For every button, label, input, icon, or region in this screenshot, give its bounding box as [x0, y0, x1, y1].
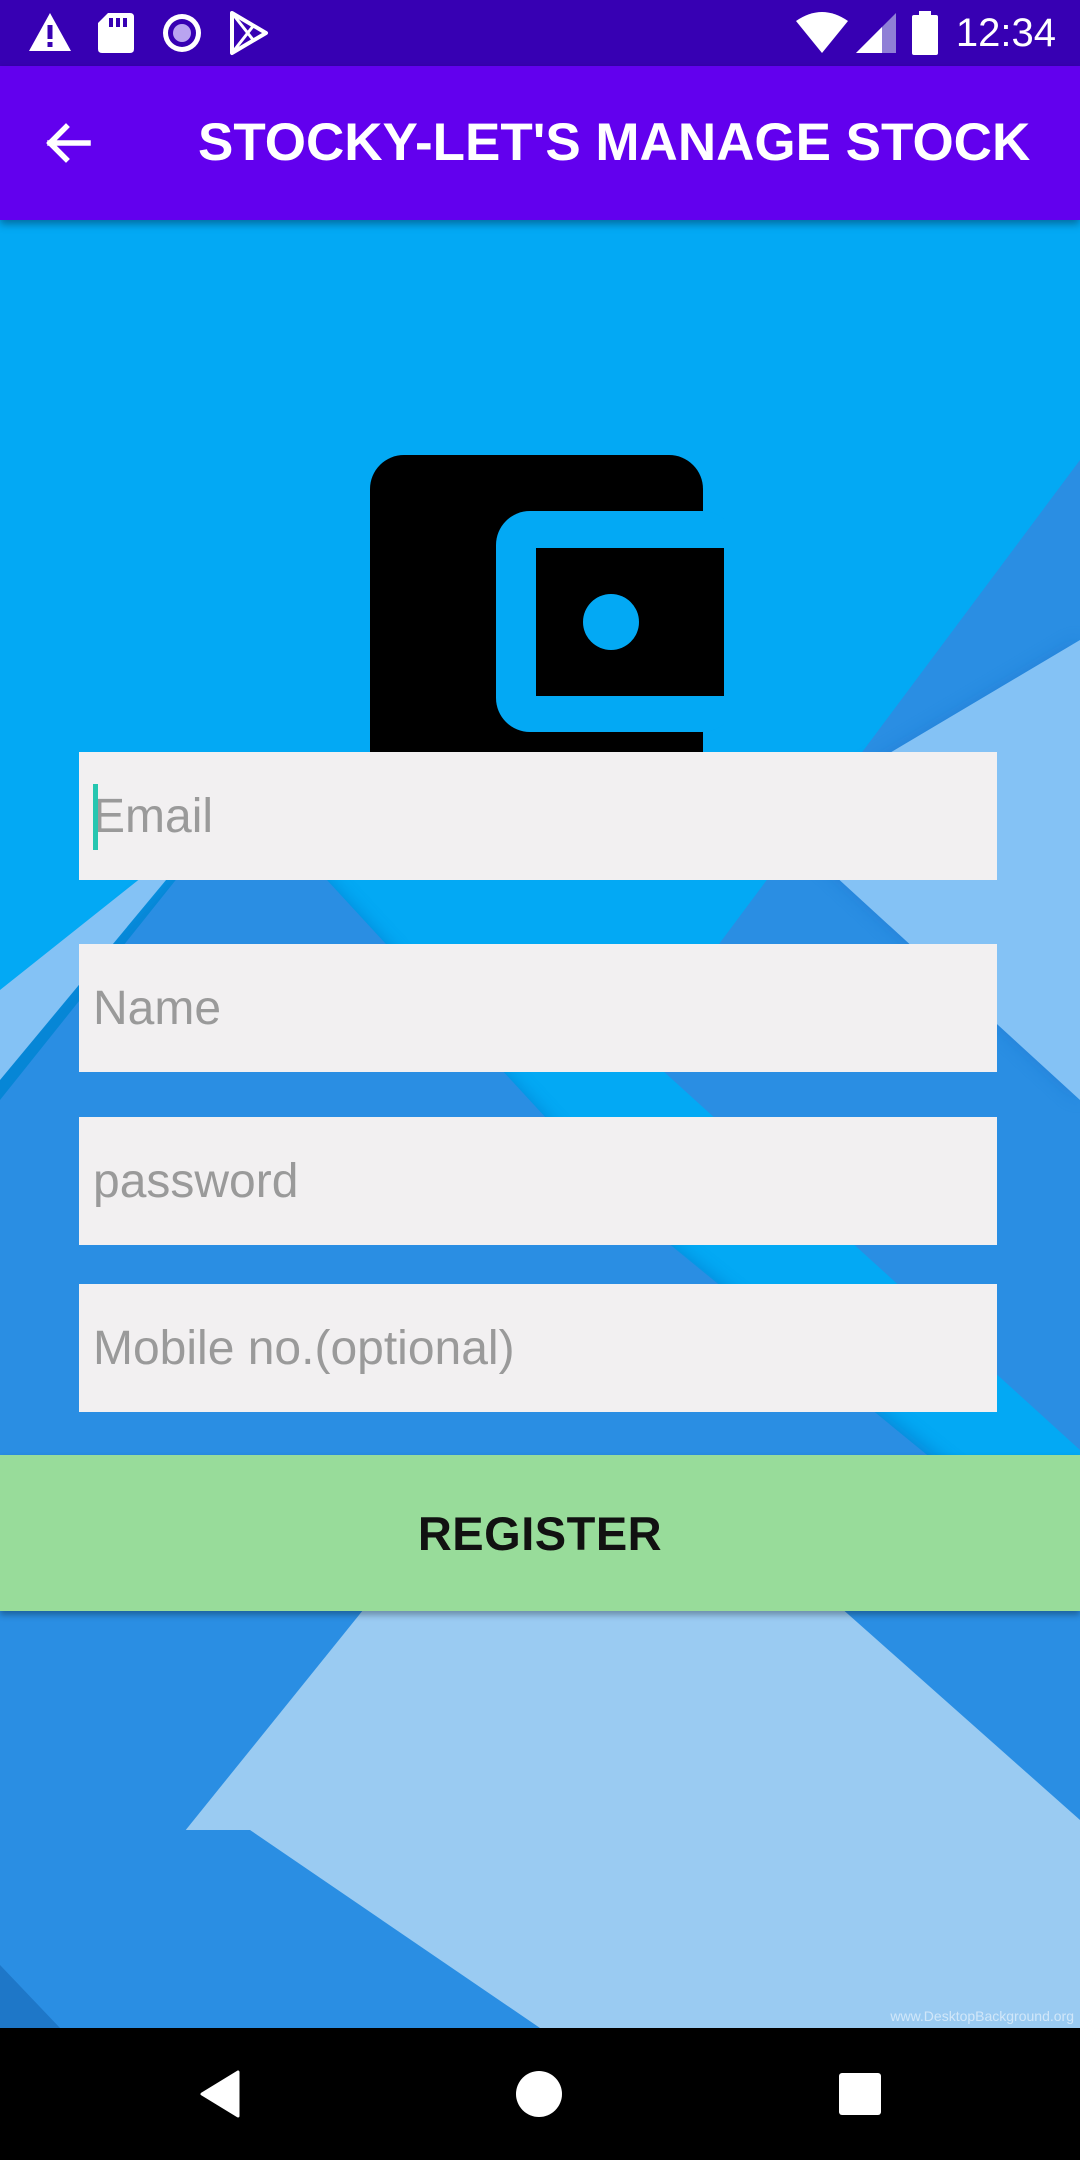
- watermark: www.DesktopBackground.org: [890, 2008, 1074, 2024]
- nav-recents-icon: [839, 2073, 881, 2115]
- cell-signal-icon: [852, 9, 900, 57]
- app-title: STOCKY-LET'S MANAGE STOCK: [198, 113, 1031, 172]
- wifi-icon: [794, 9, 850, 57]
- password-field[interactable]: [79, 1117, 997, 1245]
- nav-home-button[interactable]: [507, 2062, 571, 2126]
- nav-recents-button[interactable]: [828, 2062, 892, 2126]
- mobile-field[interactable]: [79, 1284, 997, 1412]
- text-caret: [93, 784, 98, 850]
- arrow-back-icon: [46, 123, 91, 163]
- nav-home-icon: [516, 2071, 562, 2117]
- navigation-bar: [0, 2028, 1080, 2160]
- nav-back-icon: [200, 2070, 240, 2118]
- register-button[interactable]: REGISTER: [0, 1455, 1080, 1611]
- register-screen: 12:34 STOCKY-LET'S MANAGE STOCK www.Desk…: [0, 0, 1080, 2160]
- name-field[interactable]: [79, 944, 997, 1072]
- sd-card-icon: [92, 9, 140, 57]
- status-time: 12:34: [955, 11, 1056, 55]
- play-store-icon: [224, 9, 272, 57]
- warning-icon: [26, 9, 74, 57]
- radio-button-icon: [158, 9, 206, 57]
- status-bar: 12:34: [0, 0, 1080, 66]
- email-field[interactable]: [79, 752, 997, 880]
- back-button[interactable]: [34, 109, 102, 177]
- app-bar: STOCKY-LET'S MANAGE STOCK: [0, 66, 1080, 220]
- wallet-icon: [370, 455, 724, 788]
- battery-icon: [910, 9, 940, 57]
- nav-back-button[interactable]: [188, 2062, 252, 2126]
